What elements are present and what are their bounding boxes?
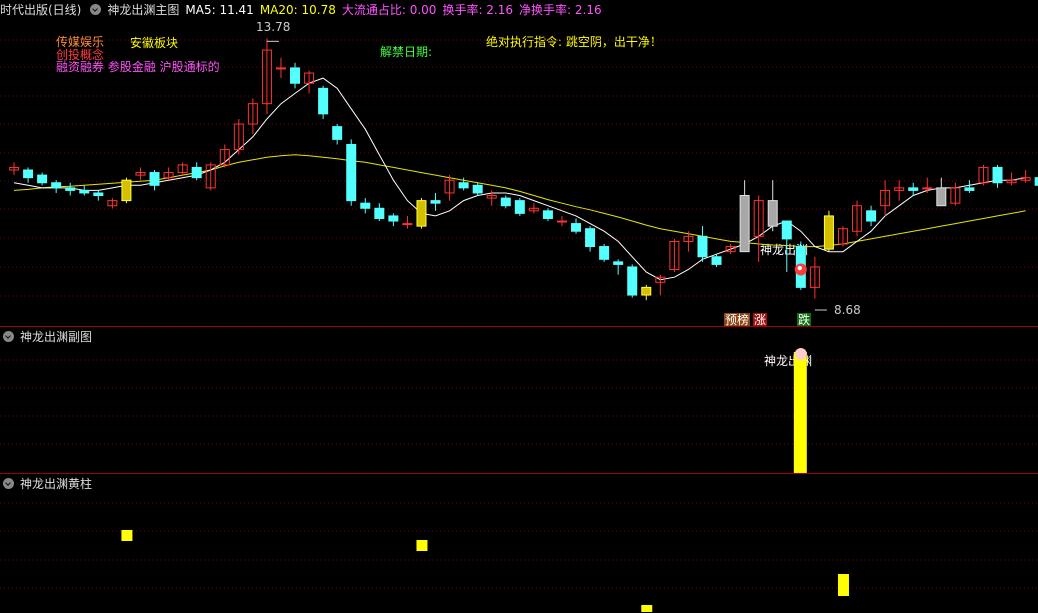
candle-body (23, 169, 34, 179)
candle-body (992, 166, 1003, 184)
candle-body (936, 187, 947, 207)
candle-body (585, 228, 596, 248)
candle-body (781, 220, 792, 240)
candle-body (65, 187, 76, 191)
candle-body (823, 215, 834, 250)
candle-body (697, 235, 708, 258)
candle-body (332, 126, 343, 140)
chart-canvas[interactable] (0, 0, 1038, 613)
candle-body (149, 172, 160, 186)
candle-body (416, 200, 427, 227)
candle-body (430, 200, 441, 204)
candle-body (556, 220, 567, 223)
candle-body (767, 200, 778, 227)
candle-body (191, 166, 202, 179)
candle-body (472, 184, 483, 194)
candle-body (318, 87, 329, 115)
candle-body (964, 187, 975, 191)
candle-body (571, 223, 582, 232)
candle-body (388, 215, 399, 222)
candle-body (711, 256, 722, 265)
candle-body (922, 187, 933, 190)
sub2-yellow-bar (121, 530, 133, 541)
candle-body (275, 67, 286, 70)
candle-body (93, 192, 104, 197)
sub1-signal-dot (794, 348, 807, 360)
candlestick-series (9, 38, 1038, 301)
candle-body (37, 174, 48, 184)
ma5-line (13, 77, 1026, 281)
candle-body (739, 195, 750, 253)
candle-body (402, 223, 413, 226)
candle-body (79, 189, 90, 194)
grid-lines (0, 39, 1038, 589)
candle-body (51, 182, 62, 189)
sub2-yellow-bar (641, 605, 653, 612)
main-signal-dot-highlight (797, 265, 803, 271)
candle-body (866, 210, 877, 222)
candle-body (500, 197, 511, 207)
candle-body (458, 182, 469, 189)
candle-body (599, 246, 610, 260)
candle-body (613, 261, 624, 265)
candle-body (514, 200, 525, 214)
candle-body (542, 210, 553, 219)
candle-body (121, 179, 132, 202)
candle-body (627, 266, 638, 296)
sub2-bars (121, 530, 849, 612)
sub1-bars (793, 348, 807, 473)
candle-body (374, 207, 385, 219)
sub1-signal-bar (793, 352, 807, 473)
candle-body (908, 187, 919, 191)
candle-body (290, 67, 301, 84)
candle-body (360, 202, 371, 209)
sub2-yellow-bar (416, 540, 428, 551)
sub2-yellow-bar (837, 574, 849, 596)
candle-body (346, 143, 357, 202)
candle-body (641, 286, 652, 296)
ma5-polyline (13, 77, 1026, 281)
